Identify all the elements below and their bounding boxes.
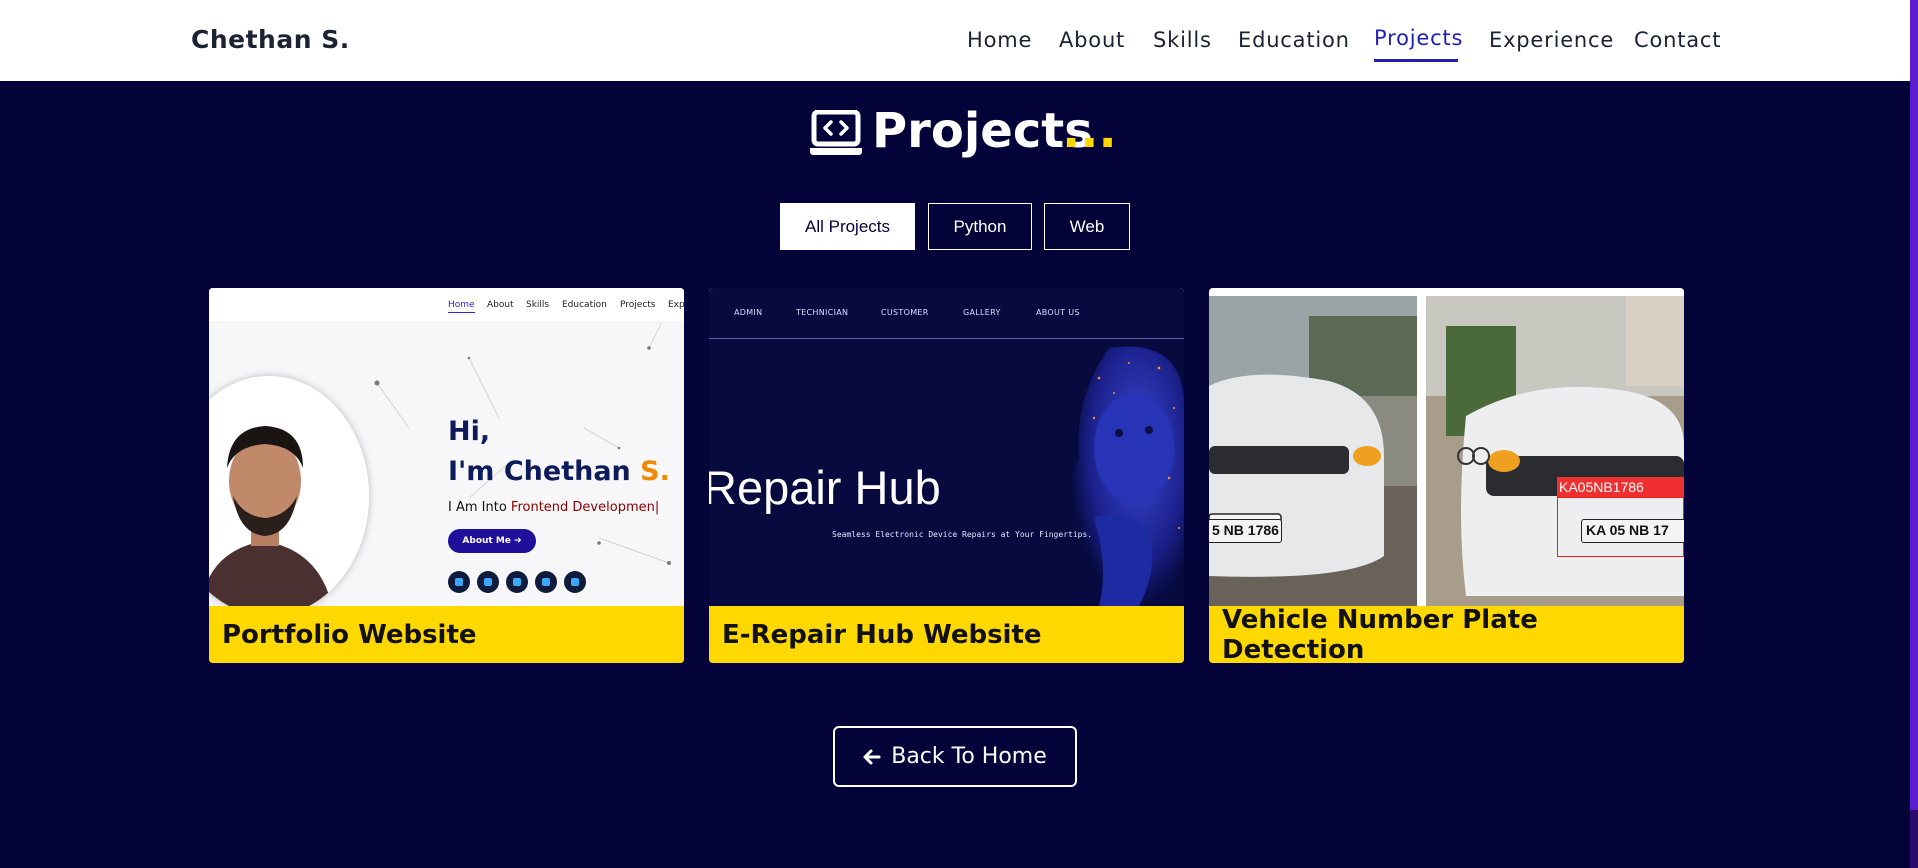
preview-about-button: About Me ➜ <box>448 529 536 553</box>
facebook-icon <box>564 571 586 593</box>
scrollbar-thumb[interactable] <box>1910 0 1918 810</box>
filter-python-button[interactable]: Python <box>928 203 1032 250</box>
preview-greeting: Hi, <box>448 416 491 447</box>
navbar: Chethan S. Home About Skills Education P… <box>0 0 1910 81</box>
instagram-icon <box>535 571 557 593</box>
preview-nav-item: About <box>487 300 514 310</box>
project-card-erepair[interactable]: ADMIN TECHNICIAN CUSTOMER GALLERY ABOUT … <box>709 288 1184 663</box>
filter-all-projects-button[interactable]: All Projects <box>780 203 915 250</box>
project-title: Vehicle Number Plate Detection <box>1209 605 1684 663</box>
nav-projects[interactable]: Projects <box>1374 26 1463 50</box>
nav-skills[interactable]: Skills <box>1153 28 1212 52</box>
preview-nav-item: TECHNICIAN <box>796 308 849 317</box>
filter-web-button[interactable]: Web <box>1044 203 1130 250</box>
github-icon <box>477 571 499 593</box>
car-photo-right <box>1426 296 1684 606</box>
preview-name: I'm Chethan S. <box>448 456 670 487</box>
preview-nav-item: Exp <box>668 300 684 310</box>
nav-active-underline <box>1374 59 1458 62</box>
back-to-home-button[interactable]: Back To Home <box>833 726 1077 787</box>
nav-education[interactable]: Education <box>1238 28 1350 52</box>
chevron-right-circle-icon: ➜ <box>514 536 522 546</box>
detected-plate-label: KA05NB1786 <box>1557 477 1684 497</box>
back-to-home-label: Back To Home <box>891 744 1047 769</box>
preview-nav-item: CUSTOMER <box>881 308 929 317</box>
nav-about[interactable]: About <box>1059 28 1125 52</box>
section-title: Projects <box>872 103 1093 159</box>
linkedin-icon <box>448 571 470 593</box>
preview-hero-title: Repair Hub <box>709 461 941 514</box>
car-photo-left <box>1209 296 1417 606</box>
preview-nav-item: GALLERY <box>963 308 1001 317</box>
project-title: E-Repair Hub Website <box>709 606 1184 663</box>
arrow-left-icon <box>863 749 881 764</box>
right-plate-text: KA 05 NB 17 <box>1581 519 1684 543</box>
brand-logo[interactable]: Chethan S. <box>191 25 350 54</box>
project-title: Portfolio Website <box>209 606 684 663</box>
preview-nav-item: Skills <box>526 300 550 310</box>
nav-experience[interactable]: Experience <box>1489 28 1614 52</box>
left-plate-text: 5 NB 1786 <box>1209 519 1282 543</box>
project-card-portfolio[interactable]: Home About Skills Education Projects Exp… <box>209 288 684 663</box>
preview-nav-item: ADMIN <box>734 308 763 317</box>
project-preview-image: ADMIN TECHNICIAN CUSTOMER GALLERY ABOUT … <box>709 288 1184 606</box>
preview-navbar: Home About Skills Education Projects Exp <box>209 288 684 323</box>
preview-nav-item: Projects <box>620 300 656 310</box>
preview-hero-subtitle: Seamless Electronic Device Repairs at Yo… <box>832 530 1093 539</box>
project-card-plate-detection[interactable]: 5 NB 1786 KA05NB1786 KA 05 NB 17 Vehicle… <box>1209 288 1684 663</box>
preview-role: I Am Into Frontend Developmen| <box>448 500 660 515</box>
nav-contact[interactable]: Contact <box>1634 28 1721 52</box>
nav-home[interactable]: Home <box>967 28 1032 52</box>
project-preview-image: Home About Skills Education Projects Exp… <box>209 288 684 606</box>
section-title-dots: ... <box>1062 103 1117 159</box>
laptop-code-icon <box>810 110 862 155</box>
preview-nav-item: ABOUT US <box>1036 308 1080 317</box>
project-preview-image: 5 NB 1786 KA05NB1786 KA 05 NB 17 <box>1209 288 1684 606</box>
preview-nav-item: Home <box>448 300 475 313</box>
glowing-face-illustration <box>1069 346 1184 606</box>
twitter-icon <box>506 571 528 593</box>
preview-nav-item: Education <box>562 300 607 310</box>
